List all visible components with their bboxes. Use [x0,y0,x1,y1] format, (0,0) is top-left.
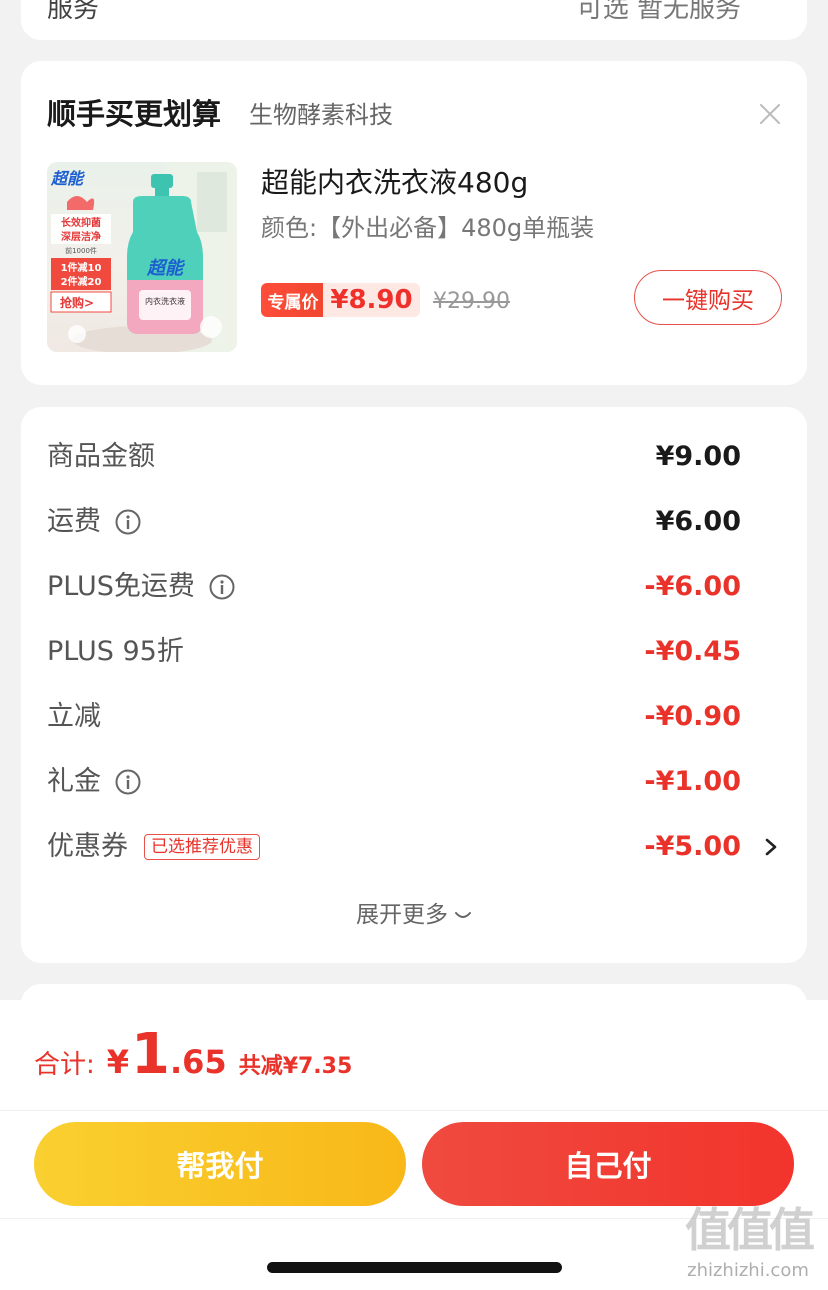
summary-row-gift-money: 礼金 -¥1.00 [47,762,781,802]
divider [0,1110,828,1111]
row-label: 优惠券 已选推荐优惠 [47,827,260,867]
shipping-value: ¥6.00 [655,506,741,537]
chevron-down-icon [455,911,471,918]
help-me-pay-button[interactable]: 帮我付 [34,1122,406,1206]
pay-myself-button[interactable]: 自己付 [422,1122,794,1206]
original-price: ¥29.90 [433,289,510,314]
addon-title: 顺手买更划算 [47,97,222,131]
instant-discount-label: 立减 [47,701,101,732]
close-icon[interactable] [757,101,783,127]
bottle-label: 内衣洗衣液 [145,296,185,306]
watermark: 值值值 zhizhizhi.com [676,1200,820,1290]
gift-money-label: 礼金 [47,766,101,797]
instant-discount-value: -¥0.90 [644,701,741,732]
image-line2: 深层洁净 [61,230,101,243]
exclusive-price-tag: 专属价 [261,283,325,317]
summary-row-plus-free-shipping: PLUS免运费 -¥6.00 [47,567,781,607]
one-click-buy-button[interactable]: 一键购买 [634,270,782,325]
plus-free-shipping-label: PLUS免运费 [47,571,195,602]
image-promo-small: 前1000件 [65,246,97,255]
row-label: 运费 [47,502,141,542]
image-promo2: 2件减20 [61,275,102,288]
goods-amount-value: ¥9.00 [655,441,741,472]
summary-row-goods-amount: 商品金额 ¥9.00 [47,437,781,477]
watermark-logo: 值值值 [685,1203,815,1257]
addon-subtitle: 生物酵素科技 [249,101,393,129]
summary-row-shipping: 运费 ¥6.00 [47,502,781,542]
row-label: 礼金 [47,762,141,802]
service-card-partial: 服务 可选 暂无服务 [21,0,807,40]
info-icon[interactable] [115,769,141,795]
image-brand: 超能 [50,169,85,188]
expand-more-button[interactable]: 展开更多 [21,895,807,929]
watermark-url: zhizhizhi.com [687,1260,809,1281]
row-label: 立减 [47,697,101,737]
total-label: 合计: [34,1050,95,1080]
plus-free-shipping-value: -¥6.00 [644,571,741,602]
total-saved: 共减¥7.35 [238,1054,353,1079]
price-summary-card: 商品金额 ¥9.00 运费 ¥6.00 PLUS免运费 -¥6.00 PLUS … [21,407,807,963]
product-name[interactable]: 超能内衣洗衣液480g [261,161,528,201]
image-line1: 长效抑菌 [61,216,101,229]
row-label: PLUS 95折 [47,632,184,672]
home-indicator[interactable] [267,1262,562,1273]
row-label: 商品金额 [47,437,155,477]
image-cta: 抢购> [60,295,94,310]
product-price: ¥8.90 [323,283,420,317]
summary-row-instant-discount: 立减 -¥0.90 [47,697,781,737]
info-icon[interactable] [115,509,141,535]
service-value[interactable]: 可选 暂无服务 [577,0,741,25]
total-currency: ¥ [106,1043,130,1081]
coupon-label: 优惠券 [47,831,128,862]
goods-amount-label: 商品金额 [47,441,155,472]
addon-card: 顺手买更划算 生物酵素科技 内衣洗衣液 超能 超能 长效抑菌 深层洁净 前100… [21,61,807,385]
service-label: 服务 [47,0,100,24]
row-label: PLUS免运费 [47,567,235,607]
total-line: 合计: ¥ 1 .65 共减¥7.35 [34,1022,352,1087]
product-variant: 颜色:【外出必备】480g单瓶装 [261,214,595,242]
total-amount-decimal: .65 [170,1043,227,1081]
image-promo1: 1件减10 [61,261,102,274]
summary-row-coupon[interactable]: 优惠券 已选推荐优惠 -¥5.00 [47,827,781,867]
gift-money-value: -¥1.00 [644,766,741,797]
coupon-value: -¥5.00 [644,831,741,862]
info-icon[interactable] [209,574,235,600]
coupon-badge: 已选推荐优惠 [144,834,260,860]
plus-discount-label: PLUS 95折 [47,636,184,667]
summary-row-plus-discount: PLUS 95折 -¥0.45 [47,632,781,672]
expand-more-label: 展开更多 [356,902,448,928]
total-amount-integer: 1 [131,1022,170,1087]
shipping-label: 运费 [47,506,101,537]
product-image[interactable]: 内衣洗衣液 超能 超能 长效抑菌 深层洁净 前1000件 1件减10 2件减20… [47,162,237,352]
chevron-right-icon[interactable] [761,835,781,859]
bottle-brand: 超能 [146,258,186,279]
plus-discount-value: -¥0.45 [644,636,741,667]
